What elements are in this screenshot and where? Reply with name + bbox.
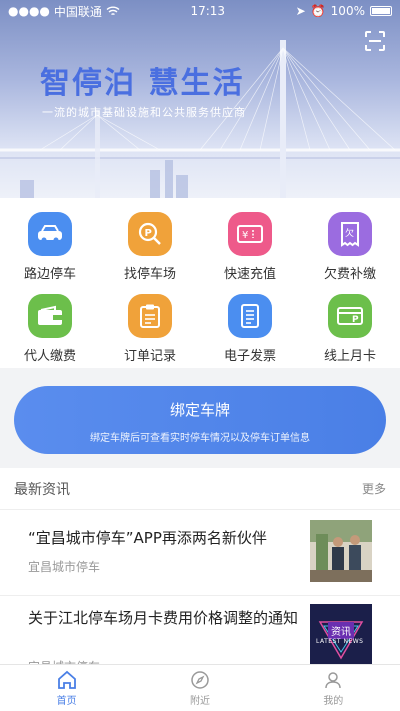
news-more-link[interactable]: 更多 <box>362 480 386 497</box>
service-label: 订单记录 <box>123 349 176 364</box>
hero-banner: 智停泊 慧生活 一流的城市基础设施和公共服务供应商 <box>0 0 400 198</box>
bottom-tab-bar: 首页 附近 我的 <box>0 664 400 711</box>
news-item[interactable]: “宜昌城市停车”APP再添两名新伙伴 宜昌城市停车 <box>0 510 400 596</box>
tab-nearby[interactable]: 附近 <box>133 665 266 711</box>
service-label: 线上月卡 <box>323 349 376 364</box>
tab-label: 我的 <box>323 695 344 707</box>
service-label: 代人缴费 <box>23 349 76 364</box>
wallet-icon <box>28 294 72 338</box>
scan-icon[interactable] <box>364 30 386 52</box>
news-title: 关于江北停车场月卡费用价格调整的通知 <box>28 609 299 627</box>
service-e-invoice[interactable]: 电子发票 <box>200 294 300 376</box>
bind-plate-title: 绑定车牌 <box>169 401 230 419</box>
news-title: “宜昌城市停车”APP再添两名新伙伴 <box>28 529 267 547</box>
svg-text:欠: 欠 <box>345 227 354 239</box>
service-pay-for-others[interactable]: 代人缴费 <box>0 294 100 376</box>
car-icon <box>28 212 72 256</box>
user-icon <box>325 671 342 688</box>
service-label: 路边停车 <box>23 267 76 282</box>
battery-icon <box>369 6 392 16</box>
tab-label: 首页 <box>56 695 77 707</box>
news-thumbnail-photo <box>310 520 372 582</box>
svg-text:P: P <box>352 315 359 325</box>
thumb-subtitle: LATEST NEWS <box>316 638 364 645</box>
arrears-receipt-icon: 欠 <box>328 212 372 256</box>
services-panel: 路边停车 P 找停车场 ¥ 快速充值 欠 欠费补缴 代人缴费 订单记录 电子发票… <box>0 198 400 368</box>
service-label: 快速充值 <box>223 267 276 282</box>
hero-title: 智停泊 慧生活 <box>40 66 245 101</box>
news-section: 最新资讯 更多 “宜昌城市停车”APP再添两名新伙伴 宜昌城市停车 关于江北停车… <box>0 468 400 674</box>
invoice-icon <box>228 294 272 338</box>
signal-icon: ●●●● <box>8 4 50 18</box>
service-quick-recharge[interactable]: ¥ 快速充值 <box>200 212 300 294</box>
service-online-monthly-card[interactable]: P 线上月卡 <box>300 294 400 376</box>
wifi-icon <box>106 6 120 16</box>
bind-plate-section: 绑定车牌 绑定车牌后可查看实时停车情况以及停车订单信息 <box>0 368 400 458</box>
recharge-card-icon: ¥ <box>228 212 272 256</box>
svg-text:P: P <box>145 228 152 239</box>
service-order-records[interactable]: 订单记录 <box>100 294 200 376</box>
status-bar: ●●●● 中国联通 17:13 ➤ ⏰ 100% <box>0 0 400 22</box>
service-roadside-parking[interactable]: 路边停车 <box>0 212 100 294</box>
service-label: 电子发票 <box>223 349 276 364</box>
service-label: 欠费补缴 <box>323 267 376 282</box>
carrier-label: 中国联通 <box>53 4 102 19</box>
thumb-title: 资讯 <box>328 622 354 639</box>
tab-home[interactable]: 首页 <box>0 665 133 711</box>
home-icon <box>57 670 76 689</box>
services-grid: 路边停车 P 找停车场 ¥ 快速充值 欠 欠费补缴 代人缴费 订单记录 电子发票… <box>0 198 400 376</box>
news-thumbnail-latest: 资讯 LATEST NEWS <box>310 604 372 666</box>
svg-text:¥: ¥ <box>242 230 248 241</box>
compass-icon <box>191 670 209 689</box>
bind-plate-description: 绑定车牌后可查看实时停车情况以及停车订单信息 <box>90 433 310 444</box>
monthly-card-icon: P <box>328 294 372 338</box>
service-find-parking[interactable]: P 找停车场 <box>100 212 200 294</box>
tab-mine[interactable]: 我的 <box>267 665 400 711</box>
tab-label: 附近 <box>189 695 210 707</box>
location-icon: ➤ <box>295 4 306 18</box>
hero-subtitle: 一流的城市基础设施和公共服务供应商 <box>42 106 246 119</box>
battery-percent: 100% <box>330 4 365 18</box>
bind-plate-button[interactable]: 绑定车牌 绑定车牌后可查看实时停车情况以及停车订单信息 <box>14 386 386 454</box>
clock: 17:13 <box>190 4 226 18</box>
alarm-icon: ⏰ <box>310 4 326 18</box>
service-arrears-payment[interactable]: 欠 欠费补缴 <box>300 212 400 294</box>
news-source: 宜昌城市停车 <box>28 560 101 574</box>
parking-search-icon: P <box>128 212 172 256</box>
clipboard-icon <box>128 294 172 338</box>
service-label: 找停车场 <box>123 267 176 282</box>
news-header: 最新资讯 更多 <box>0 468 400 510</box>
news-header-title: 最新资讯 <box>14 481 70 498</box>
